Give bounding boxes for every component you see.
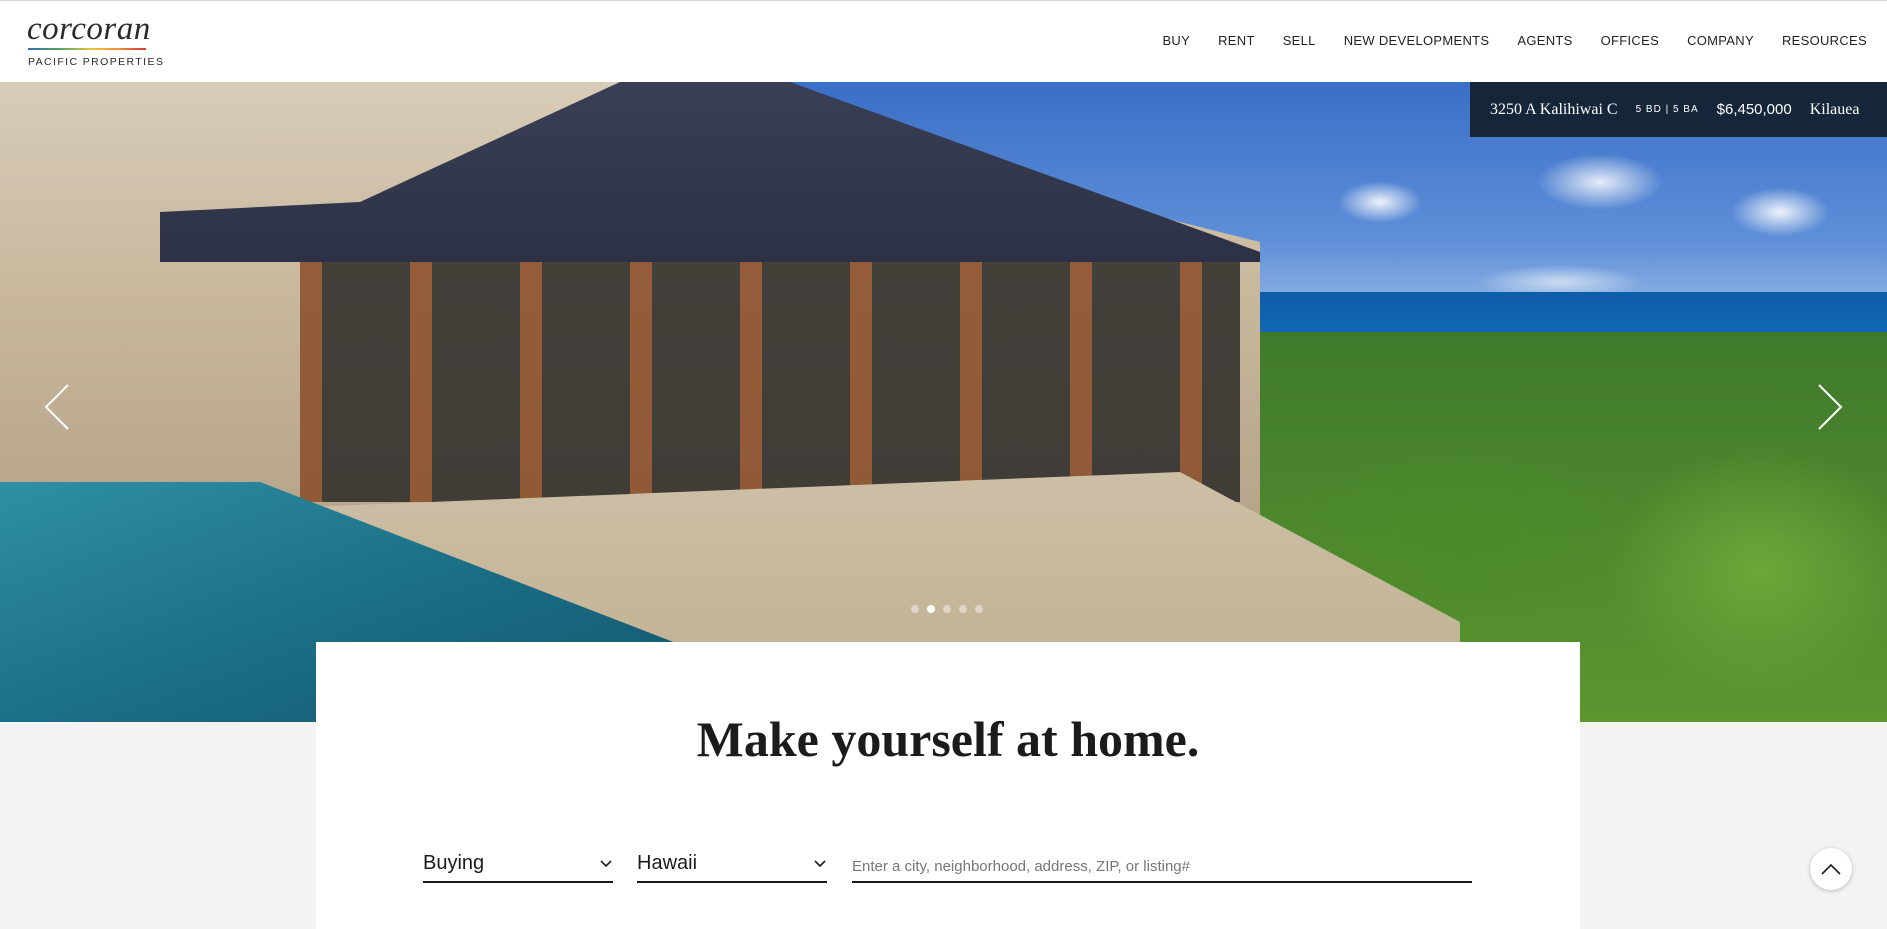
- brand-logo[interactable]: corcoran PACIFIC PROPERTIES: [27, 11, 163, 71]
- chevron-down-icon: [814, 860, 826, 868]
- search-region-value: Hawaii: [637, 852, 698, 874]
- search-card: Make yourself at home. Buying Hawaii: [316, 642, 1580, 929]
- carousel-dot-3[interactable]: [943, 605, 951, 613]
- nav-item-buy[interactable]: BUY: [1162, 33, 1190, 48]
- listing-price: $6,450,000: [1716, 101, 1792, 118]
- chevron-up-icon: [1821, 863, 1841, 875]
- chevron-down-icon: [600, 860, 612, 868]
- nav-item-sell[interactable]: SELL: [1283, 33, 1316, 48]
- nav-item-resources[interactable]: RESOURCES: [1782, 33, 1867, 48]
- featured-listing-tag[interactable]: 3250 A Kalihiwai C 5 BD | 5 BA $6,450,00…: [1470, 82, 1887, 137]
- chevron-right-icon: [1818, 384, 1843, 430]
- listing-city: Kilauea: [1809, 100, 1860, 118]
- listing-beds-baths: 5 BD | 5 BA: [1635, 104, 1699, 115]
- carousel-dot-5[interactable]: [975, 605, 983, 613]
- carousel-dot-4[interactable]: [959, 605, 967, 613]
- carousel-dots: [911, 605, 983, 613]
- search-region-select[interactable]: Hawaii: [637, 850, 827, 883]
- main-nav: BUY RENT SELL NEW DEVELOPMENTS AGENTS OF…: [1162, 33, 1867, 48]
- site-header: corcoran PACIFIC PROPERTIES BUY RENT SEL…: [0, 1, 1887, 82]
- page-headline: Make yourself at home.: [696, 711, 1200, 767]
- carousel-dot-1[interactable]: [911, 605, 919, 613]
- nav-item-rent[interactable]: RENT: [1218, 33, 1255, 48]
- carousel-prev-button[interactable]: [38, 377, 78, 437]
- scroll-to-top-button[interactable]: [1810, 848, 1852, 890]
- carousel-next-button[interactable]: [1809, 377, 1849, 437]
- nav-item-agents[interactable]: AGENTS: [1517, 33, 1572, 48]
- chevron-left-icon: [44, 384, 69, 430]
- brand-name: corcoran: [27, 11, 151, 47]
- nav-item-new-developments[interactable]: NEW DEVELOPMENTS: [1344, 33, 1490, 48]
- search-input[interactable]: [852, 850, 1472, 883]
- hero-porch: [300, 262, 1240, 502]
- brand-color-bar: [28, 48, 146, 50]
- listing-address: 3250 A Kalihiwai C: [1490, 100, 1618, 118]
- search-mode-value: Buying: [423, 852, 485, 874]
- hero-carousel: 3250 A Kalihiwai C 5 BD | 5 BA $6,450,00…: [0, 82, 1887, 722]
- nav-item-company[interactable]: COMPANY: [1687, 33, 1754, 48]
- brand-subtitle: PACIFIC PROPERTIES: [28, 56, 165, 68]
- carousel-dot-2[interactable]: [927, 605, 935, 613]
- nav-item-offices[interactable]: OFFICES: [1601, 33, 1659, 48]
- search-mode-select[interactable]: Buying: [423, 850, 613, 883]
